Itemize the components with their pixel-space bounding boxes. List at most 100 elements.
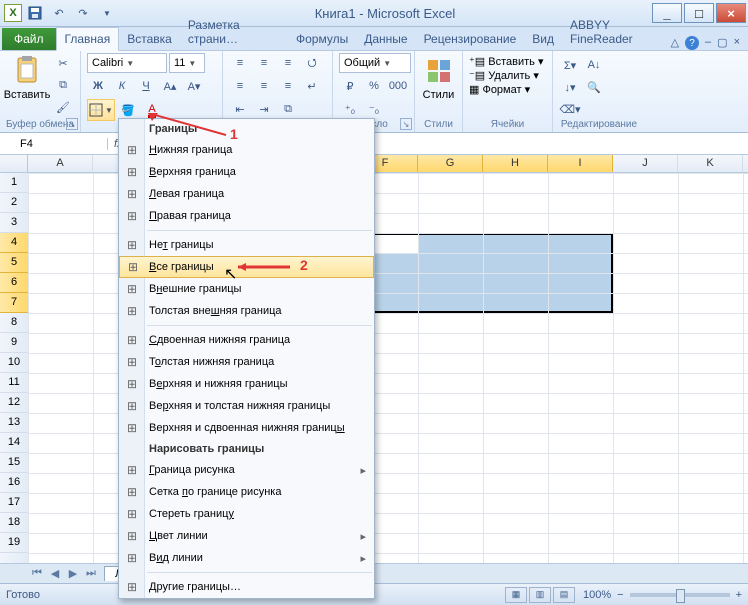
dropdown-item[interactable]: ⊞Верхняя и толстая нижняя границы (119, 395, 374, 417)
row-header[interactable]: 4 (0, 233, 28, 253)
font-size-combo[interactable]: 11▼ (169, 53, 205, 73)
col-header[interactable]: K (678, 155, 743, 172)
currency-button[interactable]: ₽ (339, 76, 361, 96)
dropdown-item[interactable]: ⊞Сетка по границе рисунка (119, 481, 374, 503)
format-painter-button[interactable]: 🖌 (52, 97, 74, 117)
dropdown-item[interactable]: ⊞Левая граница (119, 183, 374, 205)
row-header[interactable]: 1 (0, 173, 28, 193)
dropdown-item[interactable]: ⊞Вид линии (119, 547, 374, 569)
row-header[interactable]: 6 (0, 273, 28, 293)
tab-home[interactable]: Главная (56, 27, 120, 51)
mdi-close-icon[interactable]: × (734, 36, 740, 50)
select-all-corner[interactable] (0, 155, 28, 172)
help-icon[interactable]: ? (685, 36, 699, 50)
dropdown-item[interactable]: ⊞Верхняя граница (119, 161, 374, 183)
row-header[interactable]: 15 (0, 453, 28, 473)
align-center-button[interactable]: ≡ (253, 76, 275, 96)
row-header[interactable]: 7 (0, 293, 28, 313)
name-box[interactable]: F4 (0, 138, 108, 150)
row-header[interactable]: 19 (0, 533, 28, 553)
row-header[interactable]: 3 (0, 213, 28, 233)
align-top-button[interactable]: ≡ (229, 53, 251, 73)
col-header[interactable]: H (483, 155, 548, 172)
col-header[interactable]: I (548, 155, 613, 172)
row-header[interactable]: 18 (0, 513, 28, 533)
fill-button[interactable]: ↓▾ (559, 77, 581, 97)
row-header[interactable]: 8 (0, 313, 28, 333)
sheet-nav-last[interactable]: ⏭ (82, 567, 100, 580)
delete-cells-button[interactable]: ⁻▤ Удалить ▾ (469, 69, 539, 82)
qat-undo-button[interactable]: ↶ (48, 2, 70, 24)
sort-filter-button[interactable]: A↓ (583, 55, 605, 75)
underline-button[interactable]: Ч (135, 76, 157, 96)
align-left-button[interactable]: ≡ (229, 76, 251, 96)
view-page-break-button[interactable]: ▤ (553, 587, 575, 603)
sheet-nav-next[interactable]: ▶ (64, 567, 82, 580)
dropdown-item[interactable]: ⊞Верхняя и нижняя границы (119, 373, 374, 395)
dropdown-item[interactable]: ⊞Цвет линии (119, 525, 374, 547)
tab-review[interactable]: Рецензирование (416, 28, 525, 50)
view-page-layout-button[interactable]: ▥ (529, 587, 551, 603)
tab-formulas[interactable]: Формулы (288, 28, 356, 50)
qat-customize-button[interactable]: ▼ (96, 2, 118, 24)
percent-button[interactable]: % (363, 76, 385, 96)
cut-button[interactable]: ✂ (52, 53, 74, 73)
zoom-out-button[interactable]: − (617, 589, 623, 601)
col-header[interactable]: J (613, 155, 678, 172)
insert-cells-button[interactable]: ⁺▤ Вставить ▾ (469, 55, 543, 68)
sheet-nav-prev[interactable]: ◀ (46, 567, 64, 580)
dropdown-item[interactable]: ⊞Сдвоенная нижняя граница (119, 329, 374, 351)
borders-split-button[interactable]: ▼ (87, 99, 115, 121)
fill-color-button[interactable]: 🪣 (117, 100, 139, 120)
tab-page-layout[interactable]: Разметка страни… (180, 14, 288, 50)
italic-button[interactable]: К (111, 76, 133, 96)
font-name-combo[interactable]: Calibri▼ (87, 53, 167, 73)
mdi-restore-icon[interactable]: ▢ (717, 36, 727, 50)
tab-insert[interactable]: Вставка (119, 28, 180, 50)
dropdown-item[interactable]: ⊞Стереть границу (119, 503, 374, 525)
row-header[interactable]: 2 (0, 193, 28, 213)
increase-decimal-button[interactable]: ⁺₀ (339, 99, 361, 119)
qat-redo-button[interactable]: ↷ (72, 2, 94, 24)
number-launcher[interactable]: ↘ (400, 118, 412, 130)
align-right-button[interactable]: ≡ (277, 76, 299, 96)
decrease-decimal-button[interactable]: ⁻₀ (363, 99, 385, 119)
tab-view[interactable]: Вид (524, 28, 562, 50)
col-header[interactable]: A (28, 155, 93, 172)
clear-button[interactable]: ⌫▾ (559, 99, 581, 119)
row-header[interactable]: 10 (0, 353, 28, 373)
close-button[interactable]: × (716, 3, 746, 23)
dropdown-item[interactable]: ⊞Внешние границы (119, 278, 374, 300)
dropdown-item[interactable]: ⊞Верхняя и сдвоенная нижняя границы (119, 417, 374, 439)
row-header[interactable]: 16 (0, 473, 28, 493)
dropdown-item[interactable]: ⊞Другие границы… (119, 576, 374, 598)
qat-save-button[interactable] (24, 2, 46, 24)
row-header[interactable]: 13 (0, 413, 28, 433)
mdi-minimize-icon[interactable]: – (705, 36, 711, 50)
zoom-slider[interactable] (630, 593, 730, 597)
dropdown-item[interactable]: ⊞Правая граница (119, 205, 374, 227)
merge-center-button[interactable]: ⧉ (277, 99, 299, 119)
tab-data[interactable]: Данные (356, 28, 415, 50)
shrink-font-button[interactable]: A▾ (183, 76, 205, 96)
row-header[interactable]: 11 (0, 373, 28, 393)
paste-button[interactable]: Вставить (6, 53, 48, 101)
row-header[interactable]: 12 (0, 393, 28, 413)
clipboard-launcher[interactable]: ↘ (66, 118, 78, 130)
find-select-button[interactable]: 🔍 (583, 77, 605, 97)
row-header[interactable]: 5 (0, 253, 28, 273)
increase-indent-button[interactable]: ⇥ (253, 99, 275, 119)
copy-button[interactable]: ⧉ (52, 75, 74, 95)
orientation-button[interactable]: ⭯ (301, 53, 323, 73)
comma-button[interactable]: 000 (387, 76, 409, 96)
wrap-text-button[interactable]: ↵ (301, 76, 323, 96)
autosum-button[interactable]: Σ▾ (559, 55, 581, 75)
col-header[interactable]: G (418, 155, 483, 172)
align-middle-button[interactable]: ≡ (253, 53, 275, 73)
maximize-button[interactable]: □ (684, 3, 714, 23)
dropdown-item[interactable]: ⊞Толстая внешняя граница (119, 300, 374, 322)
dropdown-item[interactable]: ⊞Толстая нижняя граница (119, 351, 374, 373)
bold-button[interactable]: Ж (87, 76, 109, 96)
ribbon-minimize-icon[interactable]: △ (671, 36, 679, 50)
row-header[interactable]: 9 (0, 333, 28, 353)
